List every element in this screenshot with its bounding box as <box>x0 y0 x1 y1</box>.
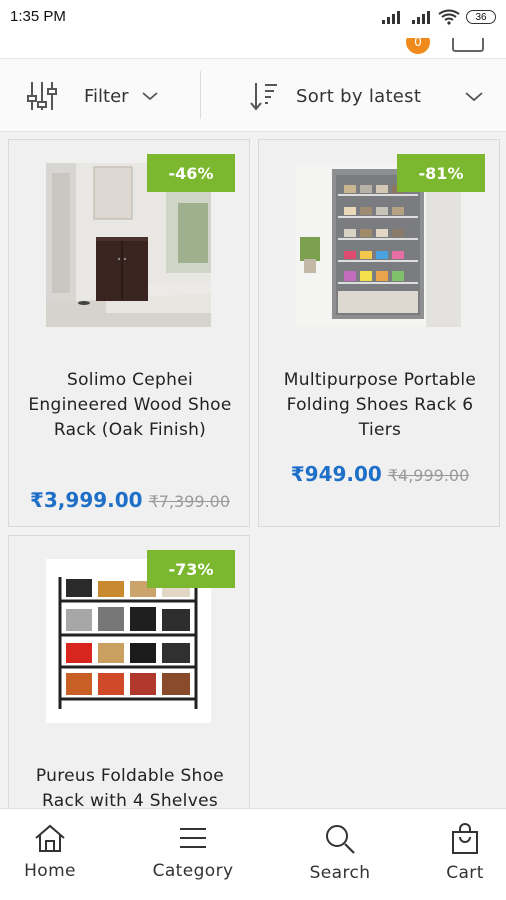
signal-icon <box>382 11 400 24</box>
app-header: 0 <box>0 38 506 58</box>
header-cart-icon[interactable] <box>452 38 484 52</box>
status-icons: 36 <box>380 6 496 28</box>
sort-label: Sort by latest <box>296 85 422 107</box>
product-price: ₹949.00 <box>290 462 382 486</box>
signal-icon <box>412 11 430 24</box>
product-title[interactable]: Pureus Foldable Shoe Rack with 4 Shelves <box>21 764 239 808</box>
product-card[interactable]: -73% Pureus Foldable Shoe Rack with 4 Sh… <box>8 535 250 808</box>
chevron-down-icon <box>141 92 158 101</box>
nav-category[interactable]: Category <box>148 823 238 893</box>
battery-icon: 36 <box>466 10 496 24</box>
nav-search[interactable]: Search <box>300 823 380 893</box>
chevron-down-icon <box>465 92 483 102</box>
product-title[interactable]: Multipurpose Portable Folding Shoes Rack… <box>271 368 489 443</box>
bottom-navigation: Home Category Search Cart <box>0 808 506 900</box>
sort-dropdown[interactable]: Sort by latest <box>248 77 484 115</box>
sliders-icon <box>27 82 57 110</box>
product-old-price: ₹4,999.00 <box>387 466 470 485</box>
discount-badge: -73% <box>147 550 235 588</box>
filter-label: Filter <box>84 85 129 107</box>
filter-button[interactable]: Filter <box>26 77 186 115</box>
product-price: ₹3,999.00 <box>29 488 143 512</box>
home-icon <box>35 824 65 852</box>
nav-search-label: Search <box>309 863 371 883</box>
product-title[interactable]: Solimo Cephei Engineered Wood Shoe Rack … <box>21 368 239 443</box>
price-row: ₹949.00 ₹4,999.00 <box>259 462 501 486</box>
cart-count-badge[interactable]: 0 <box>406 38 430 54</box>
nav-home-label: Home <box>24 861 76 881</box>
discount-badge: -46% <box>147 154 235 192</box>
toolbar-divider <box>200 71 201 119</box>
nav-home[interactable]: Home <box>20 823 80 893</box>
menu-icon <box>180 828 206 848</box>
product-card[interactable]: -46% Solimo Cephei Engineered Wood Shoe … <box>8 139 250 527</box>
discount-badge: -81% <box>397 154 485 192</box>
nav-category-label: Category <box>152 861 234 881</box>
status-bar: 1:35 PM 36 <box>0 0 506 38</box>
nav-cart[interactable]: Cart <box>436 823 494 893</box>
product-grid: -46% Solimo Cephei Engineered Wood Shoe … <box>0 132 506 808</box>
price-row: ₹3,999.00 ₹7,399.00 <box>9 488 251 512</box>
filter-sort-bar: Filter Sort by latest <box>0 58 506 132</box>
nav-cart-label: Cart <box>446 863 484 883</box>
sort-icon <box>250 83 277 111</box>
product-card[interactable]: -81% Multipurpose Portable Folding Shoes… <box>258 139 500 527</box>
search-icon <box>326 825 355 854</box>
status-time: 1:35 PM <box>10 8 66 25</box>
product-old-price: ₹7,399.00 <box>148 492 231 511</box>
wifi-icon <box>438 9 460 25</box>
shopping-bag-icon <box>452 823 478 854</box>
